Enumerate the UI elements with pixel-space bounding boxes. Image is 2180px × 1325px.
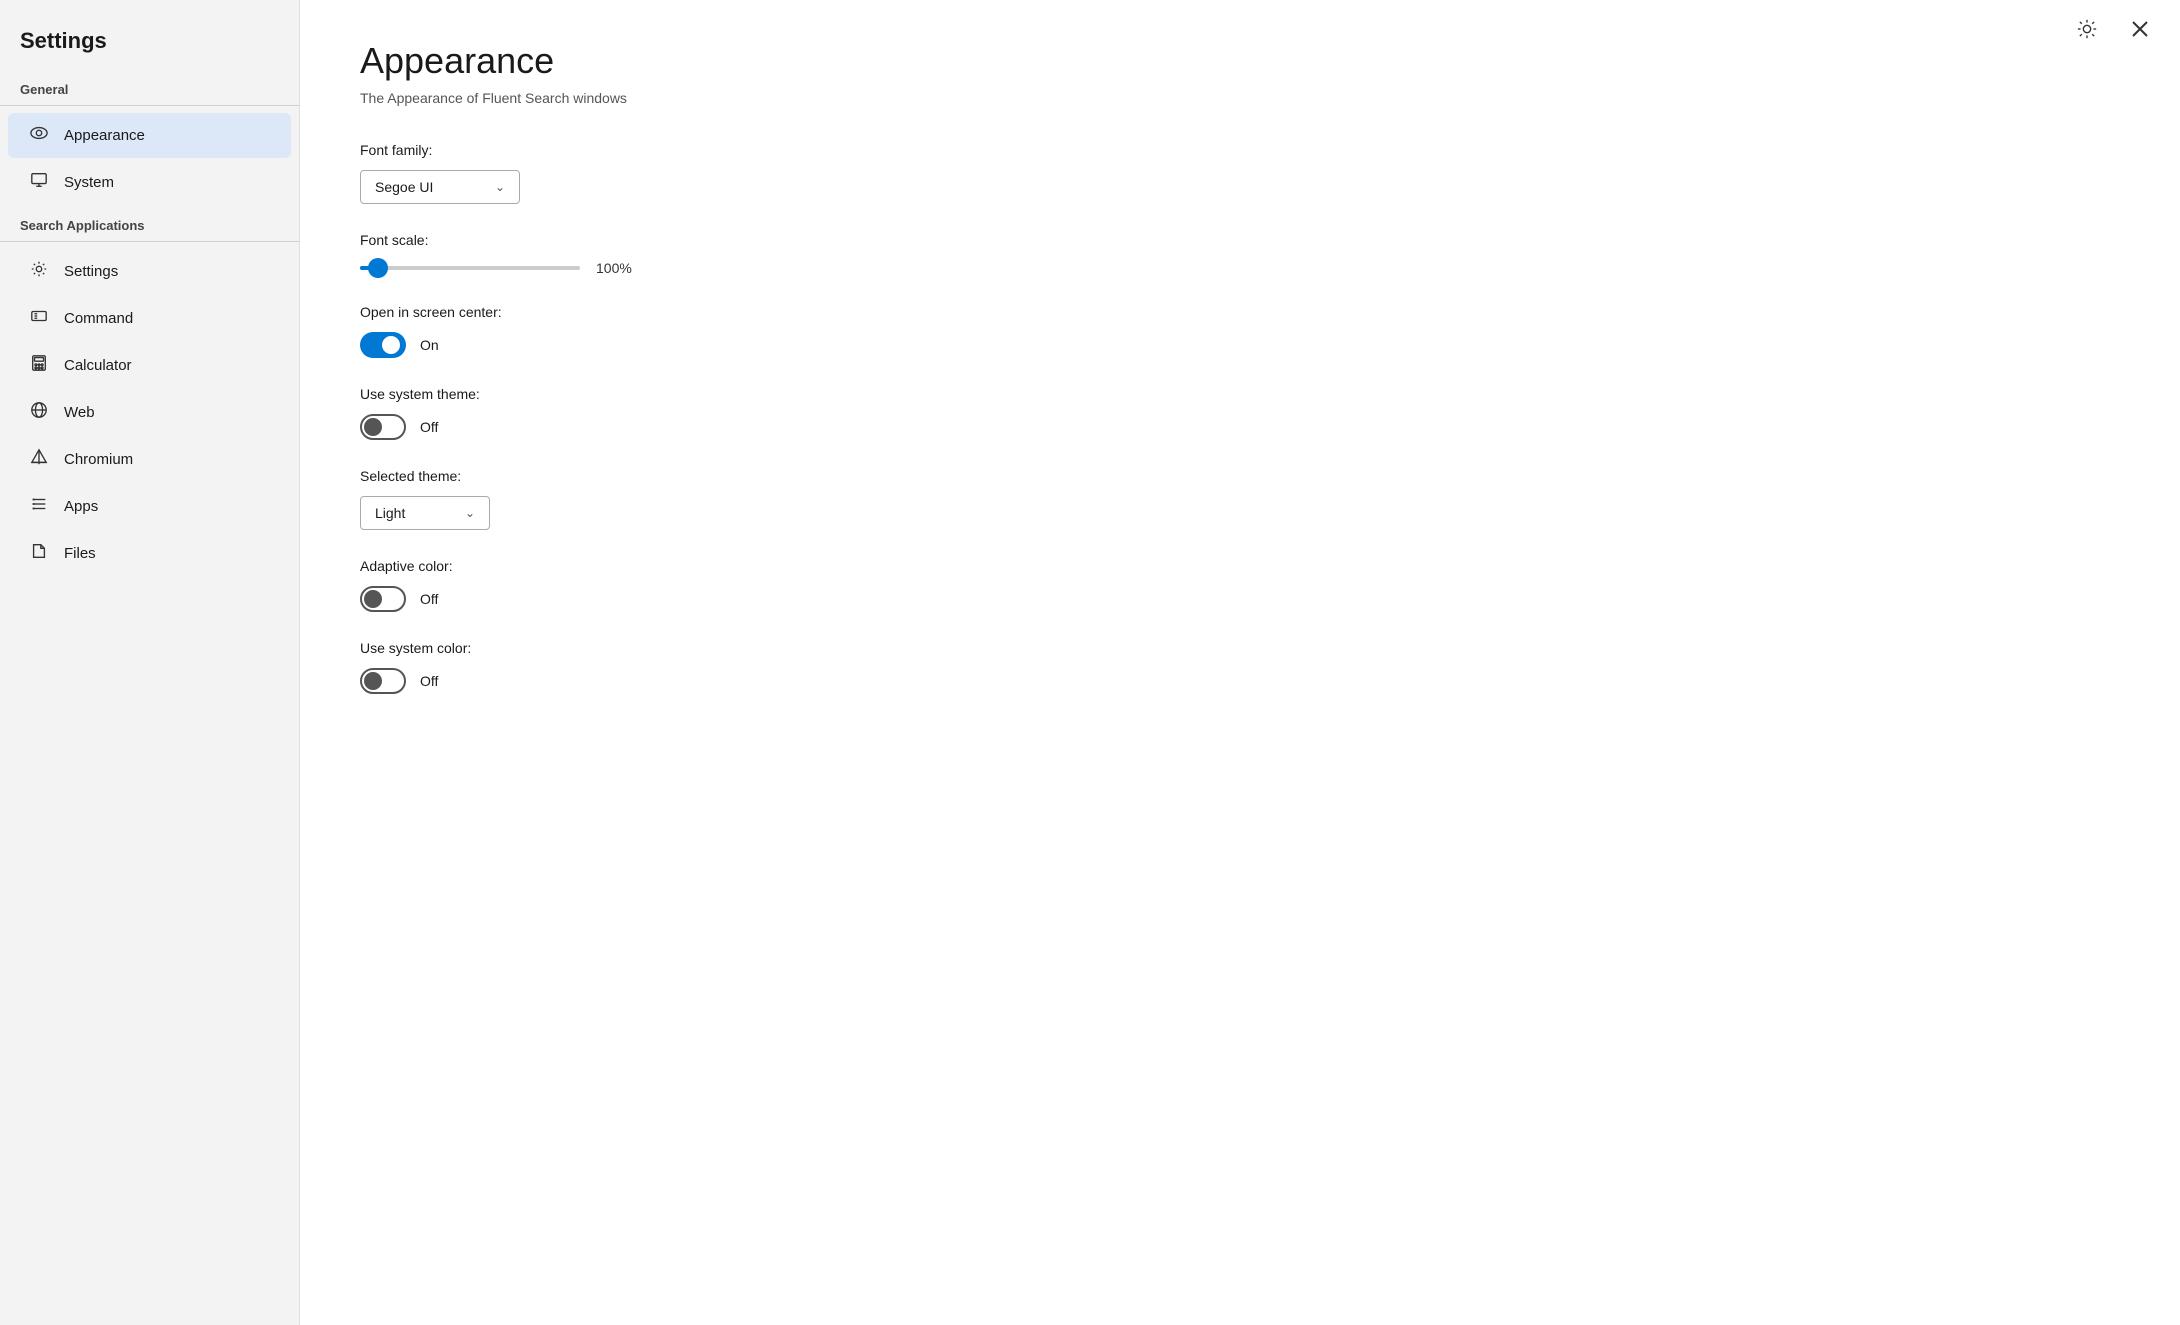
toggle-knob-system-theme — [364, 418, 382, 436]
sidebar-item-web[interactable]: Web — [8, 390, 291, 435]
apps-icon — [28, 495, 50, 518]
open-in-screen-center-state: On — [420, 337, 439, 353]
page-subtitle: The Appearance of Fluent Search windows — [360, 90, 2120, 106]
selected-theme-value: Light — [375, 505, 405, 521]
app-title: Settings — [0, 20, 299, 70]
sidebar-item-files-label: Files — [64, 545, 96, 562]
open-in-screen-center-toggle[interactable] — [360, 332, 406, 358]
toggle-knob-system-color — [364, 672, 382, 690]
settings-window: Settings General Appearance System — [0, 0, 2180, 1325]
sidebar-item-chromium[interactable]: Chromium — [8, 437, 291, 482]
font-scale-value: 100% — [596, 260, 632, 276]
sidebar-item-web-label: Web — [64, 404, 95, 421]
eye-icon — [28, 124, 50, 147]
adaptive-color-section: Adaptive color: Off — [360, 558, 2120, 612]
window-controls — [2070, 16, 2156, 47]
sidebar-item-chromium-label: Chromium — [64, 451, 133, 468]
sidebar-item-files[interactable]: Files — [8, 531, 291, 576]
sidebar-item-calculator-label: Calculator — [64, 357, 132, 374]
font-family-section: Font family: Segoe UI ⌄ — [360, 142, 2120, 204]
sidebar-item-apps-label: Apps — [64, 498, 98, 515]
sidebar: Settings General Appearance System — [0, 0, 300, 1325]
open-in-screen-center-label: Open in screen center: — [360, 304, 2120, 320]
use-system-theme-row: Off — [360, 414, 2120, 440]
font-scale-label: Font scale: — [360, 232, 2120, 248]
open-in-screen-center-section: Open in screen center: On — [360, 304, 2120, 358]
font-family-value: Segoe UI — [375, 179, 433, 195]
open-in-screen-center-row: On — [360, 332, 2120, 358]
selected-theme-label: Selected theme: — [360, 468, 2120, 484]
use-system-color-row: Off — [360, 668, 2120, 694]
toggle-knob-adaptive-color — [364, 590, 382, 608]
sidebar-divider-search-apps — [0, 241, 299, 242]
section-label-search-apps: Search Applications — [0, 206, 299, 239]
sidebar-item-system-label: System — [64, 174, 114, 191]
sidebar-item-appearance-label: Appearance — [64, 127, 145, 144]
font-scale-slider-track[interactable] — [360, 266, 580, 270]
sidebar-item-command[interactable]: Command — [8, 296, 291, 341]
adaptive-color-row: Off — [360, 586, 2120, 612]
sidebar-item-appearance[interactable]: Appearance — [8, 113, 291, 158]
use-system-theme-section: Use system theme: Off — [360, 386, 2120, 440]
font-family-label: Font family: — [360, 142, 2120, 158]
adaptive-color-toggle[interactable] — [360, 586, 406, 612]
main-content: Appearance The Appearance of Fluent Sear… — [300, 0, 2180, 1325]
use-system-color-state: Off — [420, 673, 438, 689]
selected-theme-arrow-icon: ⌄ — [465, 506, 475, 520]
toggle-knob-open-in-center — [382, 336, 400, 354]
adaptive-color-label: Adaptive color: — [360, 558, 2120, 574]
sidebar-item-settings-label: Settings — [64, 263, 118, 280]
system-icon — [28, 171, 50, 194]
light-button[interactable] — [2070, 16, 2104, 47]
files-icon — [28, 542, 50, 565]
command-icon — [28, 307, 50, 330]
selected-theme-section: Selected theme: Light ⌄ — [360, 468, 2120, 530]
selected-theme-dropdown[interactable]: Light ⌄ — [360, 496, 490, 530]
sidebar-item-calculator[interactable]: Calculator — [8, 343, 291, 388]
font-scale-slider-thumb[interactable] — [368, 258, 388, 278]
close-button[interactable] — [2124, 17, 2156, 46]
use-system-theme-toggle[interactable] — [360, 414, 406, 440]
sidebar-divider-general — [0, 105, 299, 106]
font-scale-section: Font scale: 100% — [360, 232, 2120, 276]
section-label-general: General — [0, 70, 299, 103]
sidebar-item-command-label: Command — [64, 310, 133, 327]
web-icon — [28, 401, 50, 424]
gear-icon — [28, 260, 50, 283]
use-system-color-label: Use system color: — [360, 640, 2120, 656]
chromium-icon — [28, 448, 50, 471]
sidebar-item-system[interactable]: System — [8, 160, 291, 205]
use-system-color-toggle[interactable] — [360, 668, 406, 694]
calculator-icon — [28, 354, 50, 377]
use-system-theme-label: Use system theme: — [360, 386, 2120, 402]
page-title: Appearance — [360, 40, 2120, 82]
font-family-dropdown[interactable]: Segoe UI ⌄ — [360, 170, 520, 204]
sidebar-item-settings[interactable]: Settings — [8, 249, 291, 294]
use-system-color-section: Use system color: Off — [360, 640, 2120, 694]
sidebar-item-apps[interactable]: Apps — [8, 484, 291, 529]
font-family-arrow-icon: ⌄ — [495, 180, 505, 194]
font-scale-slider-container: 100% — [360, 260, 2120, 276]
adaptive-color-state: Off — [420, 591, 438, 607]
use-system-theme-state: Off — [420, 419, 438, 435]
